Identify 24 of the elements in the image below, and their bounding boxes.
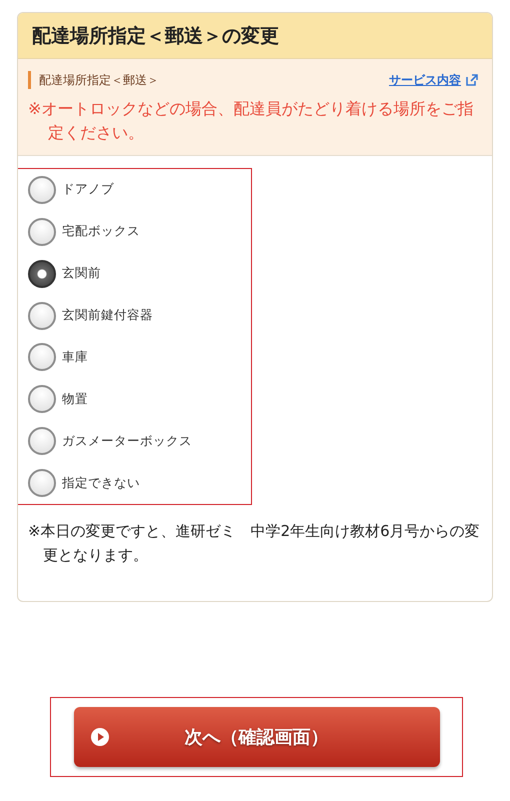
radio-button[interactable] [28, 427, 56, 456]
radio-button[interactable] [28, 176, 56, 204]
notice-text: ※オートロックなどの場合、配達員がたどり着ける場所をご指定ください。 [28, 98, 474, 144]
radio-button[interactable] [28, 302, 56, 330]
next-button[interactable]: 次へ（確認画面） [74, 707, 440, 767]
radio-option[interactable]: 玄関前 [28, 258, 241, 289]
external-link-icon [466, 74, 478, 86]
section-label: 配達場所指定＜郵送＞ [39, 72, 160, 88]
radio-option[interactable]: 玄関前鍵付容器 [28, 300, 241, 331]
radio-button[interactable] [28, 385, 56, 414]
radio-button[interactable] [28, 343, 56, 372]
radio-option[interactable]: 物置 [28, 384, 241, 414]
radio-option[interactable]: 宅配ボックス [28, 216, 241, 247]
note-text: ※本日の変更ですと、進研ゼミ 中学2年生向け教材6月号からの変更となります。 [28, 521, 481, 566]
play-icon [90, 727, 110, 747]
radio-button[interactable] [28, 469, 56, 498]
radio-option[interactable]: 指定できない [28, 468, 241, 498]
radio-button[interactable] [28, 260, 56, 288]
page-title: 配達場所指定＜郵送＞の変更 [32, 24, 279, 48]
radio-option[interactable]: ガスメーターボックス [28, 426, 241, 456]
radio-option[interactable]: 車庫 [28, 342, 241, 372]
service-link[interactable]: サービス内容 [389, 72, 461, 88]
radio-option[interactable]: ドアノブ [28, 174, 241, 205]
radio-button[interactable] [28, 218, 56, 246]
